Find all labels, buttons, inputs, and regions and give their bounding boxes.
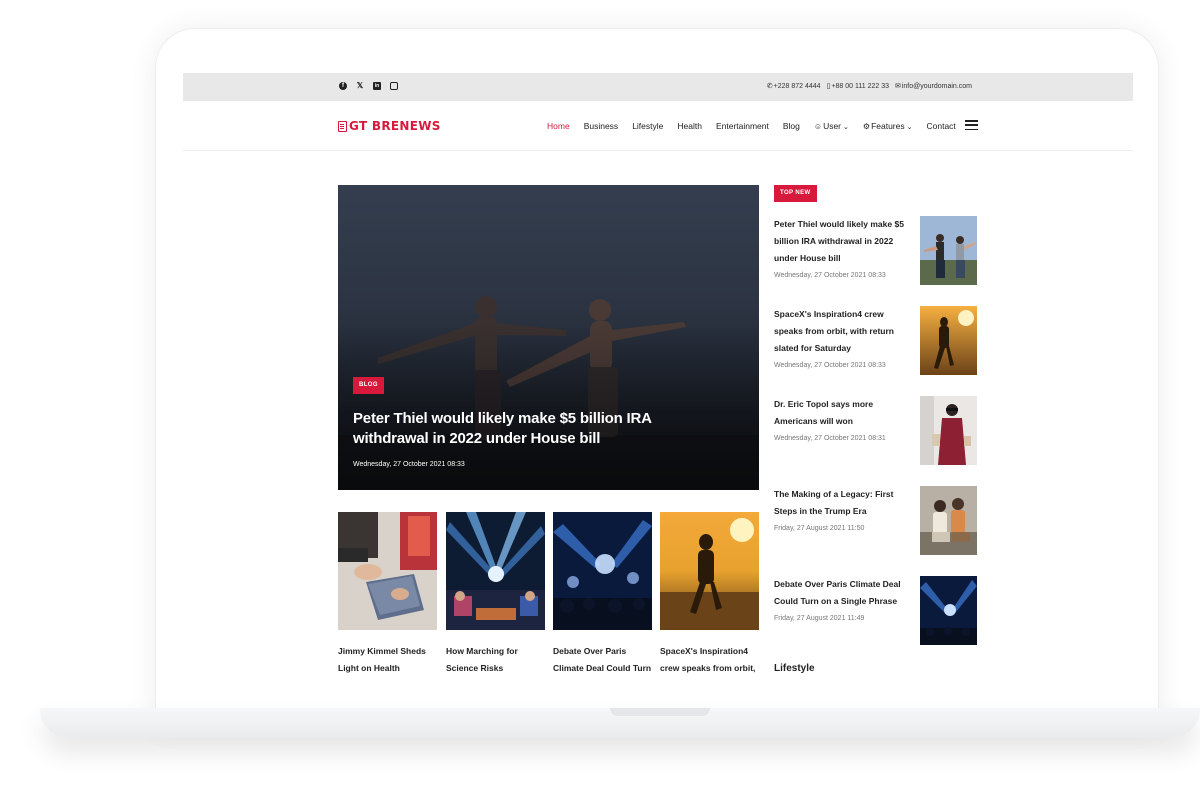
logo-name: BRENEWS: [371, 119, 441, 133]
sidebar-article-date: Friday, 27 August 2021 11:49: [774, 615, 865, 622]
laptop-notch: [610, 708, 710, 716]
article-title[interactable]: Jimmy Kimmel Sheds Light on Health Cover…: [338, 643, 437, 679]
sidebar-article-title[interactable]: SpaceX's Inspiration4 crew speaks from o…: [774, 306, 912, 357]
sidebar-article[interactable]: SpaceX's Inspiration4 crew speaks from o…: [774, 306, 977, 376]
sidebar-article-thumbnail: [920, 216, 977, 285]
nav-item-user[interactable]: ☺User ⌄: [814, 121, 849, 131]
sidebar-article-thumbnail: [920, 396, 977, 465]
article-card[interactable]: Debate Over Paris Climate Deal Could Tur…: [553, 512, 652, 679]
hero-date: Wednesday, 27 October 2021 08:33: [353, 461, 465, 468]
mobile-number: +88 00 111 222 33: [831, 83, 889, 90]
facebook-icon[interactable]: f: [339, 82, 347, 90]
chevron-down-icon: ⌄: [843, 124, 849, 131]
nav-item-contact[interactable]: Contact: [926, 121, 955, 131]
logo-text: GT BRENEWS: [349, 119, 441, 133]
top-bar: f 𝕏 in ✆+228 872 4444 ▯+88 00 111 222 33…: [183, 73, 1133, 101]
sidebar-article-thumbnail: [920, 306, 977, 375]
newspaper-icon: [338, 120, 347, 132]
contact-info: ✆+228 872 4444 ▯+88 00 111 222 33 ✉info@…: [767, 82, 972, 90]
article-title[interactable]: How Marching for Science Risks Politiciz…: [446, 643, 545, 679]
sidebar-article-date: Wednesday, 27 October 2021 08:33: [774, 362, 886, 369]
nav-item-health[interactable]: Health: [677, 121, 702, 131]
linkedin-icon[interactable]: in: [373, 82, 381, 90]
sidebar-article[interactable]: The Making of a Legacy: First Steps in t…: [774, 486, 977, 556]
instagram-icon[interactable]: [390, 82, 398, 90]
article-thumbnail: [446, 512, 545, 630]
chevron-down-icon: ⌄: [906, 124, 913, 131]
sidebar-article-title[interactable]: Dr. Eric Topol says more Americans will …: [774, 396, 912, 430]
section-heading-lifestyle: Lifestyle: [774, 663, 815, 674]
sidebar-article-title[interactable]: The Making of a Legacy: First Steps in t…: [774, 486, 912, 520]
top-new-badge: TOP NEW: [774, 185, 817, 202]
nav-item-features[interactable]: ⚙Features ⌄: [863, 121, 913, 131]
phone-number: +228 872 4444: [773, 83, 821, 90]
article-title[interactable]: Debate Over Paris Climate Deal Could Tur…: [553, 643, 652, 679]
article-thumbnail: [660, 512, 759, 630]
site-header: GT BRENEWS Home Business Lifestyle Healt…: [183, 101, 1133, 151]
article-thumbnail: [338, 512, 437, 630]
nav-item-blog[interactable]: Blog: [783, 121, 800, 131]
mobile-contact[interactable]: ▯+88 00 111 222 33: [827, 82, 889, 90]
nav-item-home[interactable]: Home: [547, 121, 570, 131]
sidebar-article-date: Wednesday, 27 October 2021 08:33: [774, 272, 886, 279]
phone-contact[interactable]: ✆+228 872 4444: [767, 82, 821, 90]
logo-prefix: GT: [349, 119, 368, 133]
article-card[interactable]: Jimmy Kimmel Sheds Light on Health Cover…: [338, 512, 437, 679]
hero-article[interactable]: BLOG Peter Thiel would likely make $5 bi…: [338, 185, 759, 490]
sidebar-article[interactable]: Debate Over Paris Climate Deal Could Tur…: [774, 576, 977, 646]
nav-item-features-label: Features: [871, 121, 905, 131]
sidebar-article-title[interactable]: Peter Thiel would likely make $5 billion…: [774, 216, 912, 267]
mobile-icon: ▯: [826, 83, 831, 90]
main-nav: Home Business Lifestyle Health Entertain…: [547, 121, 970, 131]
nav-item-user-label: User: [823, 121, 842, 131]
email-contact[interactable]: ✉info@yourdomain.com: [895, 82, 972, 90]
menu-icon[interactable]: [965, 120, 978, 130]
nav-item-lifestyle[interactable]: Lifestyle: [632, 121, 663, 131]
sidebar-article-title[interactable]: Debate Over Paris Climate Deal Could Tur…: [774, 576, 912, 610]
sidebar-article[interactable]: Dr. Eric Topol says more Americans will …: [774, 396, 977, 466]
article-title[interactable]: SpaceX's Inspiration4 crew speaks from o…: [660, 643, 759, 677]
category-badge[interactable]: BLOG: [353, 377, 384, 394]
article-card[interactable]: How Marching for Science Risks Politiciz…: [446, 512, 545, 679]
sidebar-article-thumbnail: [920, 486, 977, 555]
phone-icon: ✆: [766, 83, 773, 90]
article-thumbnail: [553, 512, 652, 630]
nav-item-entertainment[interactable]: Entertainment: [716, 121, 769, 131]
sidebar-article[interactable]: Peter Thiel would likely make $5 billion…: [774, 216, 977, 286]
email-icon: ✉: [894, 83, 901, 90]
gear-icon: ⚙: [862, 122, 871, 131]
sidebar-article-thumbnail: [920, 576, 977, 645]
twitter-icon[interactable]: 𝕏: [356, 82, 364, 90]
laptop-screen: f 𝕏 in ✆+228 872 4444 ▯+88 00 111 222 33…: [183, 73, 1133, 679]
nav-item-business[interactable]: Business: [584, 121, 619, 131]
site-logo[interactable]: GT BRENEWS: [338, 119, 441, 133]
social-links: f 𝕏 in: [339, 82, 398, 90]
sidebar-article-date: Friday, 27 August 2021 11:50: [774, 525, 865, 532]
hero-title[interactable]: Peter Thiel would likely make $5 billion…: [353, 409, 673, 449]
user-icon: ☺: [813, 122, 823, 131]
article-card[interactable]: SpaceX's Inspiration4 crew speaks from o…: [660, 512, 759, 677]
sidebar-article-date: Wednesday, 27 October 2021 08:31: [774, 435, 886, 442]
email-address: info@yourdomain.com: [901, 83, 972, 90]
